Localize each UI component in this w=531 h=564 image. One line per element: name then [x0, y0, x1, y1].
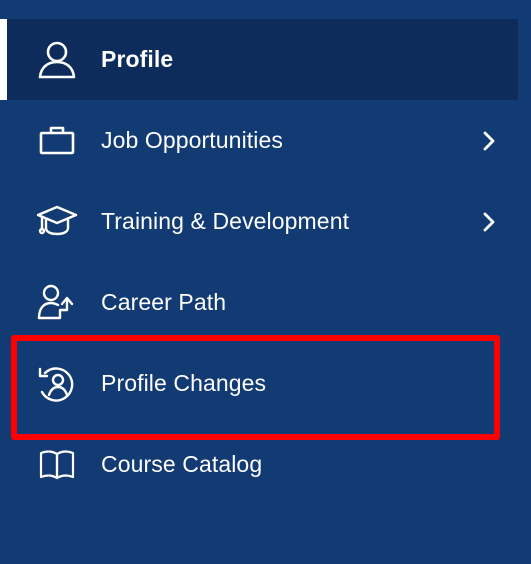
user-icon	[36, 39, 78, 81]
sidebar-item-label: Career Path	[101, 289, 227, 315]
sidebar-item-career-path[interactable]: Career Path	[0, 262, 518, 343]
sidebar-item-label: Profile Changes	[101, 370, 267, 396]
sidebar-item-label: Job Opportunities	[101, 127, 283, 153]
chevron-right-icon[interactable]	[480, 130, 498, 152]
sidebar-item-label: Profile	[101, 46, 174, 72]
graduation-cap-icon	[36, 201, 78, 243]
sidebar-item-profile[interactable]: Profile	[0, 19, 518, 100]
briefcase-icon	[36, 120, 78, 162]
chevron-right-icon[interactable]	[480, 211, 498, 233]
active-indicator	[0, 19, 7, 100]
sidebar-nav: Profile Job Opportunities Training & Dev…	[0, 19, 518, 564]
book-icon	[36, 444, 78, 486]
career-path-icon	[36, 282, 78, 324]
sidebar-item-training-development[interactable]: Training & Development	[0, 181, 518, 262]
sidebar-item-profile-changes[interactable]: Profile Changes	[0, 343, 518, 424]
sidebar-item-label: Training & Development	[101, 208, 350, 234]
sidebar-item-job-opportunities[interactable]: Job Opportunities	[0, 100, 518, 181]
sidebar-item-course-catalog[interactable]: Course Catalog	[0, 424, 518, 505]
sidebar-item-label: Course Catalog	[101, 451, 263, 477]
profile-history-icon	[36, 363, 78, 405]
